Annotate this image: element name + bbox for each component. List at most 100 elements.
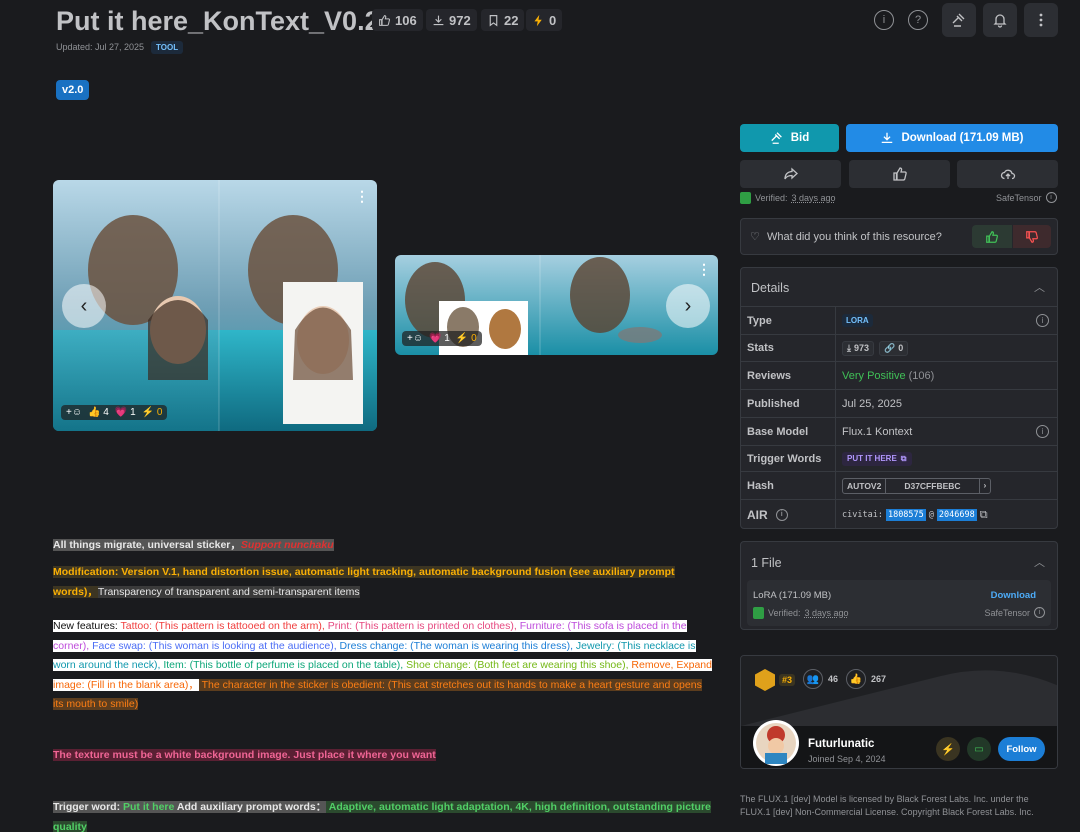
download-count: 972	[449, 12, 471, 28]
buzz-count-chip[interactable]: 0	[526, 9, 563, 31]
image-menu-icon[interactable]: ⋮	[355, 188, 369, 205]
file-row: LoRA (171.09 MB) Download Verified: 3 da…	[747, 580, 1051, 626]
buzz-reaction[interactable]: ⚡ 0	[456, 333, 477, 344]
like-count: 106	[395, 12, 417, 28]
license-note: The FLUX.1 [dev] Model is licensed by Bl…	[740, 794, 1034, 817]
detail-row-published: Published Jul 25, 2025	[741, 389, 1057, 417]
heart-reaction[interactable]: 💗 1	[429, 333, 450, 344]
details-panel: Details ︿ Type LORA i Stats ⤓ 973 🔗 0 Revi…	[740, 267, 1058, 529]
hash-type[interactable]: AUTOV2	[843, 478, 887, 493]
gavel-icon	[952, 13, 965, 27]
gallery-image-1[interactable]: ‹ ⋮ +☺ 👍 4 💗 1 ⚡ 0	[53, 180, 377, 431]
notification-bell-button[interactable]	[983, 3, 1017, 37]
download-button[interactable]: Download (171.09 MB)	[846, 124, 1058, 152]
detail-row-reviews: Reviews Very Positive (106)	[741, 361, 1057, 389]
users-icon: 👥	[803, 669, 823, 689]
info-icon[interactable]: i	[874, 10, 894, 30]
bookmark-icon	[489, 14, 498, 27]
heart-reaction[interactable]: 💗 1	[115, 407, 136, 418]
detail-row-air: AIR i civitai: 1808575 @ 2046698 ⧉	[741, 499, 1057, 529]
detail-row-stats: Stats ⤓ 973 🔗 0	[741, 334, 1057, 361]
heart-outline-icon: ♡	[750, 231, 760, 243]
download-icon	[882, 132, 893, 144]
thumbs-down-review-button[interactable]	[1013, 225, 1051, 248]
shield-check-icon	[753, 607, 764, 619]
bookmark-count-chip[interactable]: 22	[481, 9, 525, 31]
download-icon: ⤓	[847, 342, 851, 353]
files-heading[interactable]: 1 File	[751, 556, 782, 570]
info-icon[interactable]: i	[775, 508, 788, 521]
detail-row-hash: Hash AUTOV2 D37CFFBEBC ›	[741, 471, 1057, 499]
thumbs-up-review-button[interactable]	[972, 225, 1012, 248]
details-heading[interactable]: Details	[751, 281, 789, 295]
bid-gavel-button[interactable]	[942, 3, 976, 37]
safetensor-label: SafeTensor i	[996, 192, 1057, 203]
version-badge[interactable]: v2.0	[56, 80, 90, 100]
info-icon[interactable]: i	[1034, 607, 1045, 618]
bid-button[interactable]: Bid	[740, 124, 839, 152]
chevron-up-icon[interactable]: ︿	[1034, 279, 1045, 295]
type-badge: TOOL	[151, 41, 184, 54]
file-safetensor-label: SafeTensor i	[984, 607, 1045, 618]
bell-plus-icon	[993, 14, 1007, 28]
add-reaction-icon[interactable]: +☺	[407, 333, 423, 344]
bookmark-count: 22	[504, 12, 519, 28]
image-reactions-bar[interactable]: +☺ 💗 1 ⚡ 0	[402, 331, 482, 346]
updated-date: Updated: Jul 27, 2025	[56, 42, 145, 52]
chevron-up-icon[interactable]: ︿	[1034, 554, 1045, 570]
file-download-link[interactable]: Download	[991, 590, 1036, 601]
info-icon[interactable]: i	[1036, 425, 1049, 438]
hash-selector[interactable]: AUTOV2 D37CFFBEBC ›	[842, 477, 992, 494]
share-button[interactable]	[740, 160, 841, 188]
info-icon[interactable]: i	[1036, 314, 1049, 327]
message-button[interactable]: ▭	[967, 737, 991, 761]
thumbs-reaction[interactable]: 👍 4	[88, 407, 109, 418]
rank-hex-icon	[755, 669, 775, 691]
more-options-button[interactable]	[1024, 3, 1058, 37]
gallery-next-button[interactable]: ›	[666, 284, 710, 328]
copy-icon[interactable]: ⧉	[980, 508, 988, 522]
lightning-icon: ⚡	[941, 743, 955, 756]
hash-value[interactable]: D37CFFBEBC	[886, 479, 978, 493]
avatar-art	[756, 723, 796, 764]
avatar[interactable]	[753, 720, 799, 766]
thumbs-up-icon	[379, 14, 391, 26]
air-version-id[interactable]: 2046698	[936, 508, 977, 521]
creator-card: #3 👥 46 👍 267 Futurlunatic Joined Sep 4,…	[740, 655, 1058, 769]
detail-row-type: Type LORA i	[741, 306, 1057, 334]
feedback-panel: ♡ What did you think of this resource?	[740, 218, 1058, 255]
reviews-rating[interactable]: Very Positive	[842, 370, 906, 382]
files-panel: 1 File ︿ LoRA (171.09 MB) Download Verif…	[740, 541, 1058, 630]
download-count-chip[interactable]: 972	[426, 9, 477, 31]
file-verified-status: Verified: 3 days ago	[753, 607, 849, 619]
image-menu-icon[interactable]: ⋮	[697, 261, 711, 278]
like-button[interactable]	[849, 160, 950, 188]
follow-button[interactable]: Follow	[998, 737, 1045, 761]
download-stat-chip: ⤓ 973	[842, 340, 875, 356]
copy-icon[interactable]: ⧉	[901, 454, 907, 464]
buzz-reaction[interactable]: ⚡ 0	[142, 407, 163, 418]
gallery-image-2[interactable]: › ⋮ +☺ 💗 1 ⚡ 0	[395, 255, 718, 355]
creator-name[interactable]: Futurlunatic	[808, 738, 874, 750]
like-count-chip[interactable]: 106	[372, 9, 423, 31]
trigger-word-line: Trigger word: Put it here Add auxiliary …	[53, 801, 711, 832]
gallery-prev-button[interactable]: ‹	[62, 284, 106, 328]
help-icon[interactable]: ?	[908, 10, 928, 30]
info-icon[interactable]: i	[1045, 192, 1057, 203]
chevron-right-icon[interactable]: ›	[978, 478, 991, 493]
likes-stat: 👍 267	[846, 669, 886, 689]
tip-buzz-button[interactable]: ⚡	[936, 737, 960, 761]
description-line-2: Modification: Version V.1, hand distorti…	[53, 566, 675, 598]
rank-badge[interactable]: #3	[755, 669, 796, 691]
cloud-upload-button[interactable]	[957, 160, 1058, 188]
shield-check-icon	[740, 192, 751, 204]
thumbs-up-icon: 👍	[846, 669, 866, 689]
air-model-id[interactable]: 1808575	[885, 508, 926, 521]
creator-joined: Joined Sep 4, 2024	[808, 754, 886, 764]
trigger-word-chip[interactable]: PUT IT HERE ⧉	[842, 451, 912, 466]
followers-stat: 👥 46	[803, 669, 838, 689]
description-line-1: All things migrate, universal sticker，Su…	[53, 539, 334, 551]
thumbs-up-icon	[892, 167, 907, 181]
image-reactions-bar[interactable]: +☺ 👍 4 💗 1 ⚡ 0	[61, 405, 168, 420]
add-reaction-icon[interactable]: +☺	[66, 407, 82, 418]
